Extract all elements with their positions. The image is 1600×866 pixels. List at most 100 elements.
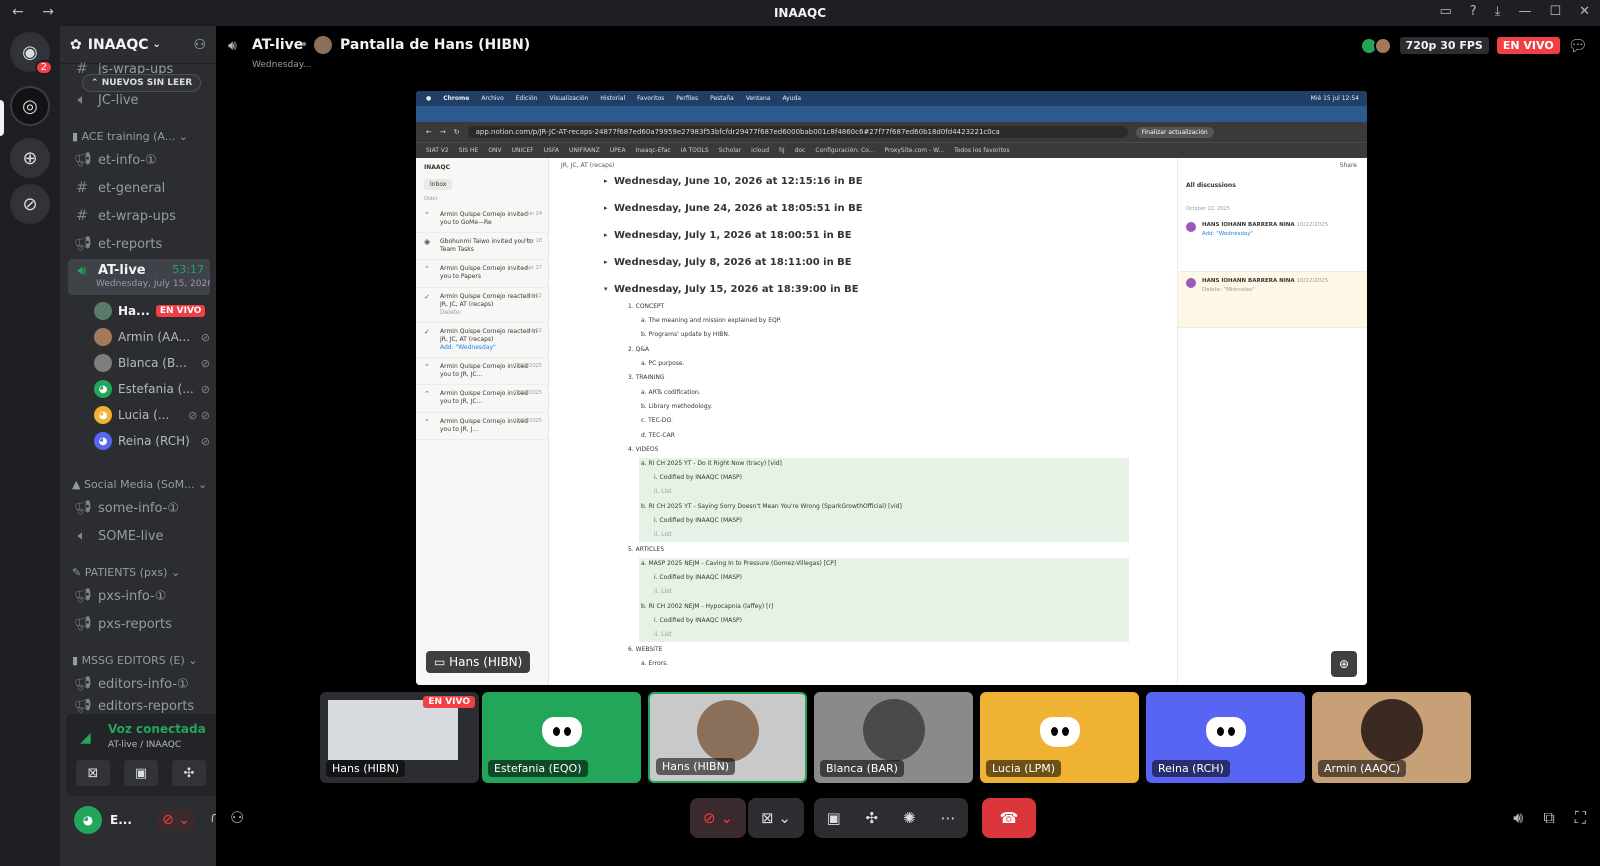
channel-et-wrap-ups[interactable]: # et-wrap-ups	[68, 203, 210, 229]
invite-icon[interactable]: ⚇	[230, 808, 244, 827]
activities-button[interactable]: ✣	[172, 760, 206, 786]
activities-icon[interactable]: ✣	[866, 809, 879, 827]
channel-pxs-reports[interactable]: 📢︎ pxs-reports	[68, 611, 210, 637]
hash-icon: #	[76, 208, 88, 224]
list-item: b. Library methodology.	[641, 403, 713, 410]
discover-button[interactable]: ⊘	[10, 184, 50, 224]
chevron-down-icon: ⌄	[152, 39, 161, 50]
speaker-icon: 🔊︎	[228, 38, 237, 54]
server-header[interactable]: ✿ INAAQC ⌄ ⚇	[60, 26, 216, 64]
participant-tile[interactable]: Estefania (EQO)	[482, 692, 641, 783]
screen-share-view[interactable]: ● Chrome Archivo Edición Visualización H…	[416, 91, 1367, 685]
invite-people-icon[interactable]: ⚇	[193, 37, 206, 53]
toggle-heading: Wednesday, July 8, 2026 at 18:11:00 in B…	[604, 257, 852, 268]
avatar	[1373, 36, 1392, 55]
category-ace[interactable]: ▮ ACE training (A... ⌄	[72, 130, 188, 143]
server-name: INAAQC	[87, 36, 149, 53]
participant-tile[interactable]: EN VIVO Hans (HIBN)	[320, 692, 479, 783]
participant-tile[interactable]: Reina (RCH)	[1146, 692, 1305, 783]
discord-logo-icon: ◉	[22, 41, 38, 63]
live-badge: EN VIVO	[1496, 37, 1560, 54]
help-icon[interactable]: ?	[1470, 4, 1477, 19]
mic-muted-button[interactable]: ⊘ ⌄	[156, 810, 196, 830]
channel-et-info[interactable]: 📢︎ et-info-①	[68, 147, 210, 173]
list-item: ii. List	[654, 488, 672, 495]
voice-user[interactable]: ◕ Lucia (... ⊘ ⊘	[94, 403, 210, 427]
more-options-icon[interactable]: ⋯	[941, 809, 956, 827]
category-mssg[interactable]: ▮ MSSG EDITORS (E) ⌄	[72, 654, 197, 667]
camera-toggle-button[interactable]: ⊠ ⌄	[748, 798, 804, 838]
voice-user[interactable]: Blanca (B... ⊘	[94, 351, 210, 375]
voice-user[interactable]: ◕ Estefania (... ⊘	[94, 377, 210, 401]
category-social[interactable]: ▲ Social Media (SoM... ⌄	[72, 478, 207, 491]
list-item: c. TEC-DO.	[641, 417, 673, 424]
popout-icon[interactable]: ⧉	[1543, 808, 1554, 828]
participant-name: Lucia (LPM)	[986, 760, 1062, 777]
channel-pxs-info[interactable]: 📢︎ pxs-info-①	[68, 583, 210, 609]
download-icon[interactable]: ⤓	[1495, 4, 1501, 19]
inbox-icon[interactable]: ▭	[1439, 4, 1451, 19]
category-patients[interactable]: ✎ PATIENTS (pxs) ⌄	[72, 566, 180, 579]
volume-icon[interactable]: 🔊︎	[1513, 808, 1523, 828]
minimize-icon[interactable]: —	[1518, 4, 1531, 19]
list-item: i. Codified by INAAQC (MASP)	[654, 617, 743, 624]
fullscreen-icon[interactable]: ⛶	[1575, 808, 1586, 828]
participant-tile[interactable]: Armin (AAQC)	[1312, 692, 1471, 783]
inbox-item: ⌃ Armin Quispe Cornejo invited you to JR,…	[416, 413, 548, 440]
reload-icon: ↻	[453, 128, 460, 136]
mic-muted-icon: ⊘	[200, 434, 210, 448]
maximize-icon[interactable]: ☐	[1549, 4, 1561, 19]
update-button: Finalizar actualización	[1135, 126, 1214, 138]
stream-quality-badge: 720p 30 FPS	[1399, 37, 1489, 54]
channel-some-info[interactable]: 📢︎ some-info-①	[68, 495, 210, 521]
chat-bubble-icon[interactable]: 💬︎	[1568, 36, 1588, 55]
older-label: Older	[424, 196, 438, 202]
mac-menubar: ● Chrome Archivo Edición Visualización H…	[416, 91, 1367, 106]
channel-et-general[interactable]: # et-general	[68, 175, 210, 201]
announcement-icon: 📢︎	[74, 152, 92, 168]
mic-muted-icon: ⊘	[200, 382, 210, 396]
speaker-icon: 🔊︎	[77, 263, 87, 279]
voice-user[interactable]: Ha... EN VIVO	[94, 299, 210, 323]
back-arrow-icon: ←	[426, 128, 432, 136]
channel-et-reports[interactable]: 📢︎ et-reports	[68, 231, 210, 257]
avatar: ◕	[94, 406, 112, 424]
voice-user[interactable]: Armin (AA... ⊘	[94, 325, 210, 349]
leave-call-button[interactable]: ☎	[982, 798, 1036, 838]
voice-status[interactable]: Voz conectada	[108, 722, 206, 736]
list-item: a. MASP 2025 NEJM - Caving In to Pressur…	[641, 560, 837, 567]
list-item: a. The meaning and mission explained by …	[641, 317, 782, 324]
inbox-item: ✓ Armin Quispe Cornejo reacted in JR, JC,…	[416, 288, 548, 323]
close-icon[interactable]: ✕	[1579, 4, 1590, 19]
participant-name: Reina (RCH)	[1152, 760, 1230, 777]
active-server-pill	[0, 100, 4, 136]
zoom-icon[interactable]: ⊕	[1331, 651, 1357, 677]
screen-share-icon[interactable]: ▣	[826, 809, 840, 827]
inbox-item: ⌃ Armin Quispe Cornejo invited you to GoM…	[416, 206, 548, 234]
window-titlebar: ← → INAAQC ▭ ? ⤓ — ☐ ✕	[0, 0, 1600, 26]
channel-some-live[interactable]: 🔈︎ SOME-live	[68, 523, 210, 549]
compass-icon: ⊘	[22, 193, 38, 215]
camera-off-button[interactable]: ⊠	[76, 760, 110, 786]
channel-at-live[interactable]: 🔊︎ AT-live 53:17 Wednesday, July 15, 2026	[68, 259, 210, 295]
channel-editors-info[interactable]: 📢︎ editors-info-①	[68, 671, 210, 697]
server-inaaqc[interactable]: ◎	[10, 86, 50, 126]
viewer-avatars[interactable]	[1359, 36, 1392, 55]
channel-jc-live[interactable]: 🔈︎ JC-live	[68, 87, 210, 113]
url-bar: app.notion.com/p/JR-JC-AT-recaps-24877f6…	[467, 126, 1128, 138]
live-badge: EN VIVO	[155, 305, 206, 317]
participant-tile[interactable]: Blanca (BAR)	[814, 692, 973, 783]
list-item: b. RI CH 2025 YT - Saying Sorry Doesn't …	[641, 503, 902, 510]
highlight-block	[639, 558, 1129, 642]
participant-tile[interactable]: Hans (HIBN)	[648, 692, 807, 783]
soundboard-icon[interactable]: ✺	[903, 809, 916, 827]
channel-status: Wednesday, July 15, 2026	[96, 279, 210, 289]
participant-tile[interactable]: Lucia (LPM)	[980, 692, 1139, 783]
voice-user[interactable]: ◕ Reina (RCH) ⊘	[94, 429, 210, 453]
screen-share-button[interactable]: ▣	[124, 760, 158, 786]
mic-toggle-button[interactable]: ⊘ ⌄	[690, 798, 746, 838]
add-server-button[interactable]: ⊕	[10, 138, 50, 178]
channel-editors-reports[interactable]: 📢︎ editors-reports	[68, 699, 210, 713]
user-avatar[interactable]: ◕	[74, 806, 102, 834]
home-button[interactable]: ◉ 2	[10, 32, 53, 75]
